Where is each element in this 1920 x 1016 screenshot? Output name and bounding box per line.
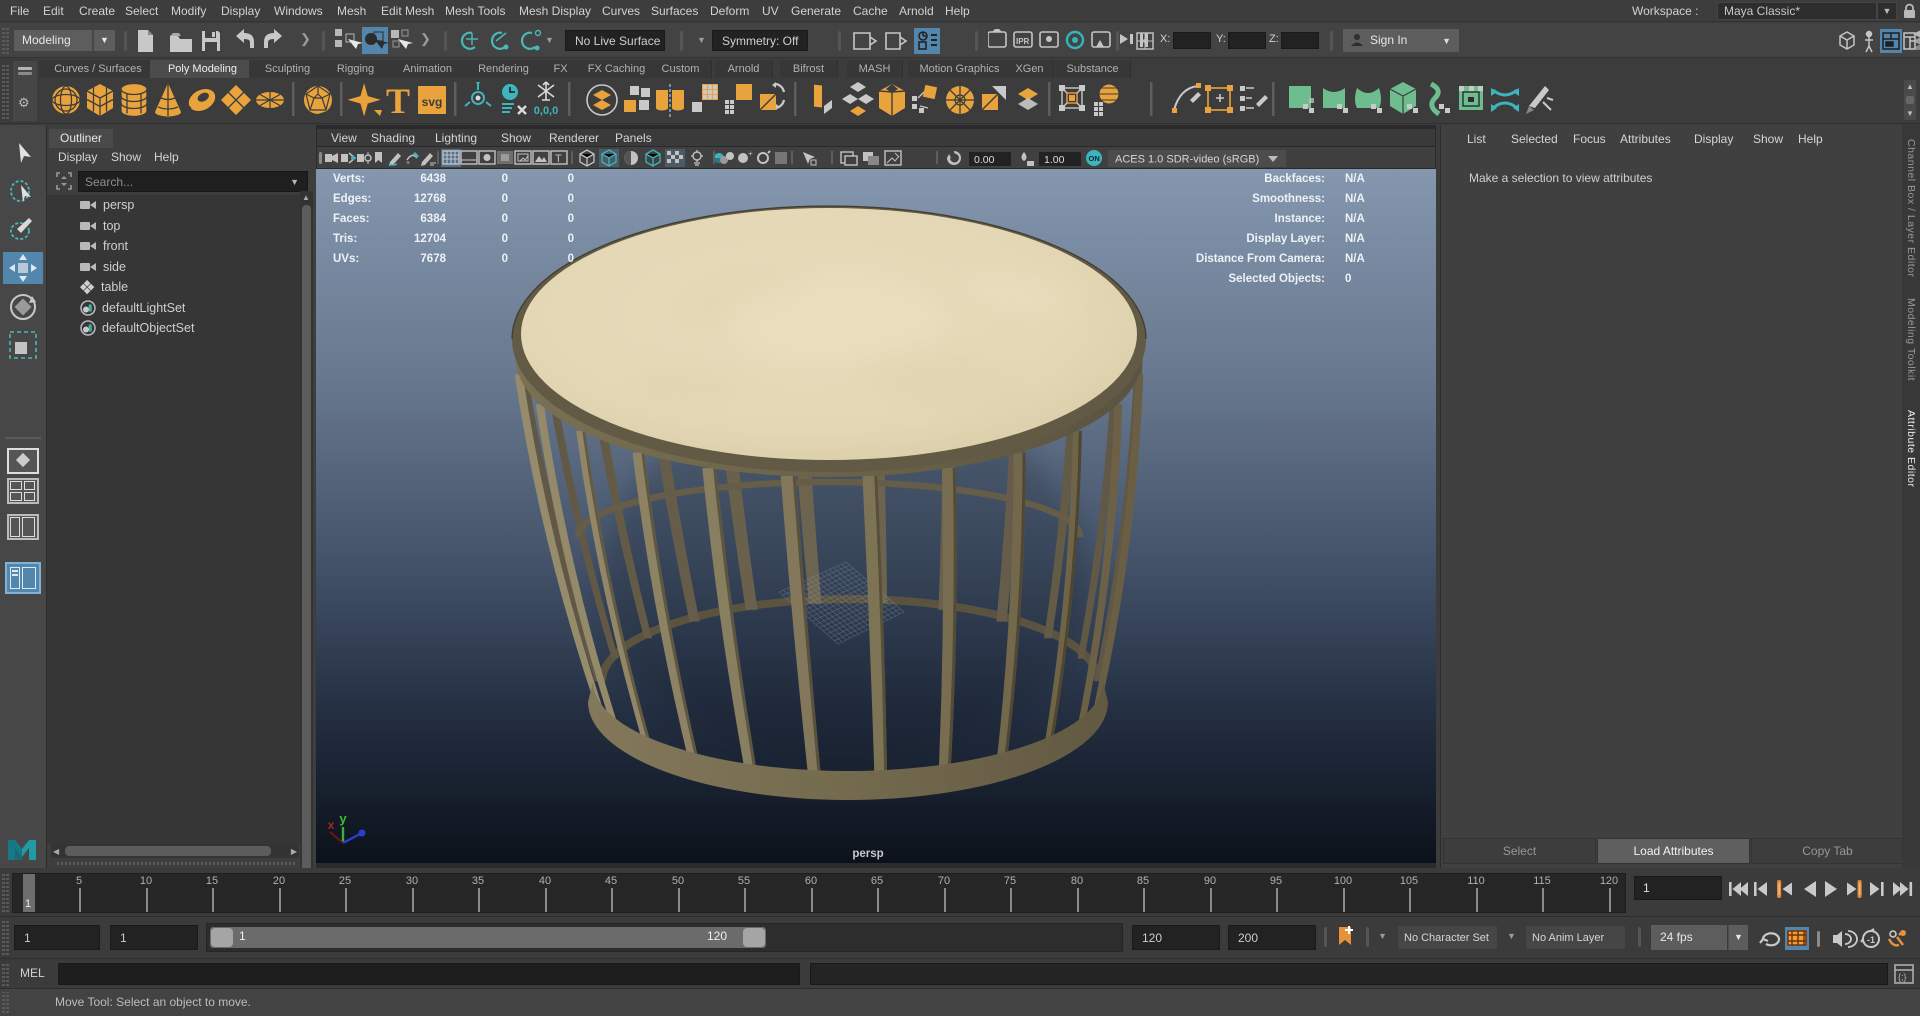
svg-text:0: 0 xyxy=(502,233,508,245)
svg-text:IPR: IPR xyxy=(1016,37,1030,46)
svg-text:Tris:: Tris: xyxy=(333,233,357,245)
svg-text:6438: 6438 xyxy=(420,173,446,185)
svg-text:Selected Objects:: Selected Objects: xyxy=(1228,273,1325,285)
svg-text:Backfaces:: Backfaces: xyxy=(1264,173,1325,185)
svg-text:+: + xyxy=(406,160,410,167)
svg-text:0: 0 xyxy=(502,253,508,265)
svg-text:0: 0 xyxy=(502,193,508,205)
svg-text:T: T xyxy=(386,81,410,121)
svg-text:N/A: N/A xyxy=(1345,213,1365,225)
svg-text:0: 0 xyxy=(1345,273,1351,285)
svg-text:0.00: 0.00 xyxy=(974,154,995,166)
svg-text:Instance:: Instance: xyxy=(1275,213,1326,225)
svg-text:Display Layer:: Display Layer: xyxy=(1246,233,1325,245)
svg-text:persp: persp xyxy=(852,848,883,860)
svg-text:Faces:: Faces: xyxy=(333,213,369,225)
svg-text:ON: ON xyxy=(1089,154,1100,163)
svg-text:Verts:: Verts: xyxy=(333,173,365,185)
svg-text:7678: 7678 xyxy=(420,253,446,265)
svg-text:Edges:: Edges: xyxy=(333,193,371,205)
svg-text:0: 0 xyxy=(568,193,574,205)
svg-text:0: 0 xyxy=(568,253,574,265)
svg-text:T: T xyxy=(555,153,562,165)
svg-text:+: + xyxy=(748,149,753,158)
svg-text:6384: 6384 xyxy=(420,213,446,225)
svg-text:N/A: N/A xyxy=(1345,193,1365,205)
svg-text:-1: -1 xyxy=(1867,935,1875,945)
svg-text:N/A: N/A xyxy=(1345,233,1365,245)
svg-text:12768: 12768 xyxy=(414,193,447,205)
svg-text:{;}: {;} xyxy=(1898,972,1907,982)
svg-text:0: 0 xyxy=(568,213,574,225)
svg-text:12704: 12704 xyxy=(414,233,447,245)
svg-text:0: 0 xyxy=(502,213,508,225)
svg-text:x: x xyxy=(328,818,335,832)
svg-text:0,0,0: 0,0,0 xyxy=(534,105,558,117)
svg-text:1.00: 1.00 xyxy=(1044,154,1065,166)
svg-text:0: 0 xyxy=(502,173,508,185)
svg-text:Distance From Camera:: Distance From Camera: xyxy=(1196,253,1325,265)
svg-text:0: 0 xyxy=(568,173,574,185)
svg-text:ACES 1.0 SDR-video (sRGB): ACES 1.0 SDR-video (sRGB) xyxy=(1115,154,1259,166)
svg-text:svg: svg xyxy=(422,95,443,109)
svg-text:Smoothness:: Smoothness: xyxy=(1252,193,1325,205)
svg-text:N/A: N/A xyxy=(1345,253,1365,265)
svg-text:UVs:: UVs: xyxy=(333,253,359,265)
svg-text:0: 0 xyxy=(568,233,574,245)
svg-text:y: y xyxy=(339,811,347,826)
svg-text:N/A: N/A xyxy=(1345,173,1365,185)
